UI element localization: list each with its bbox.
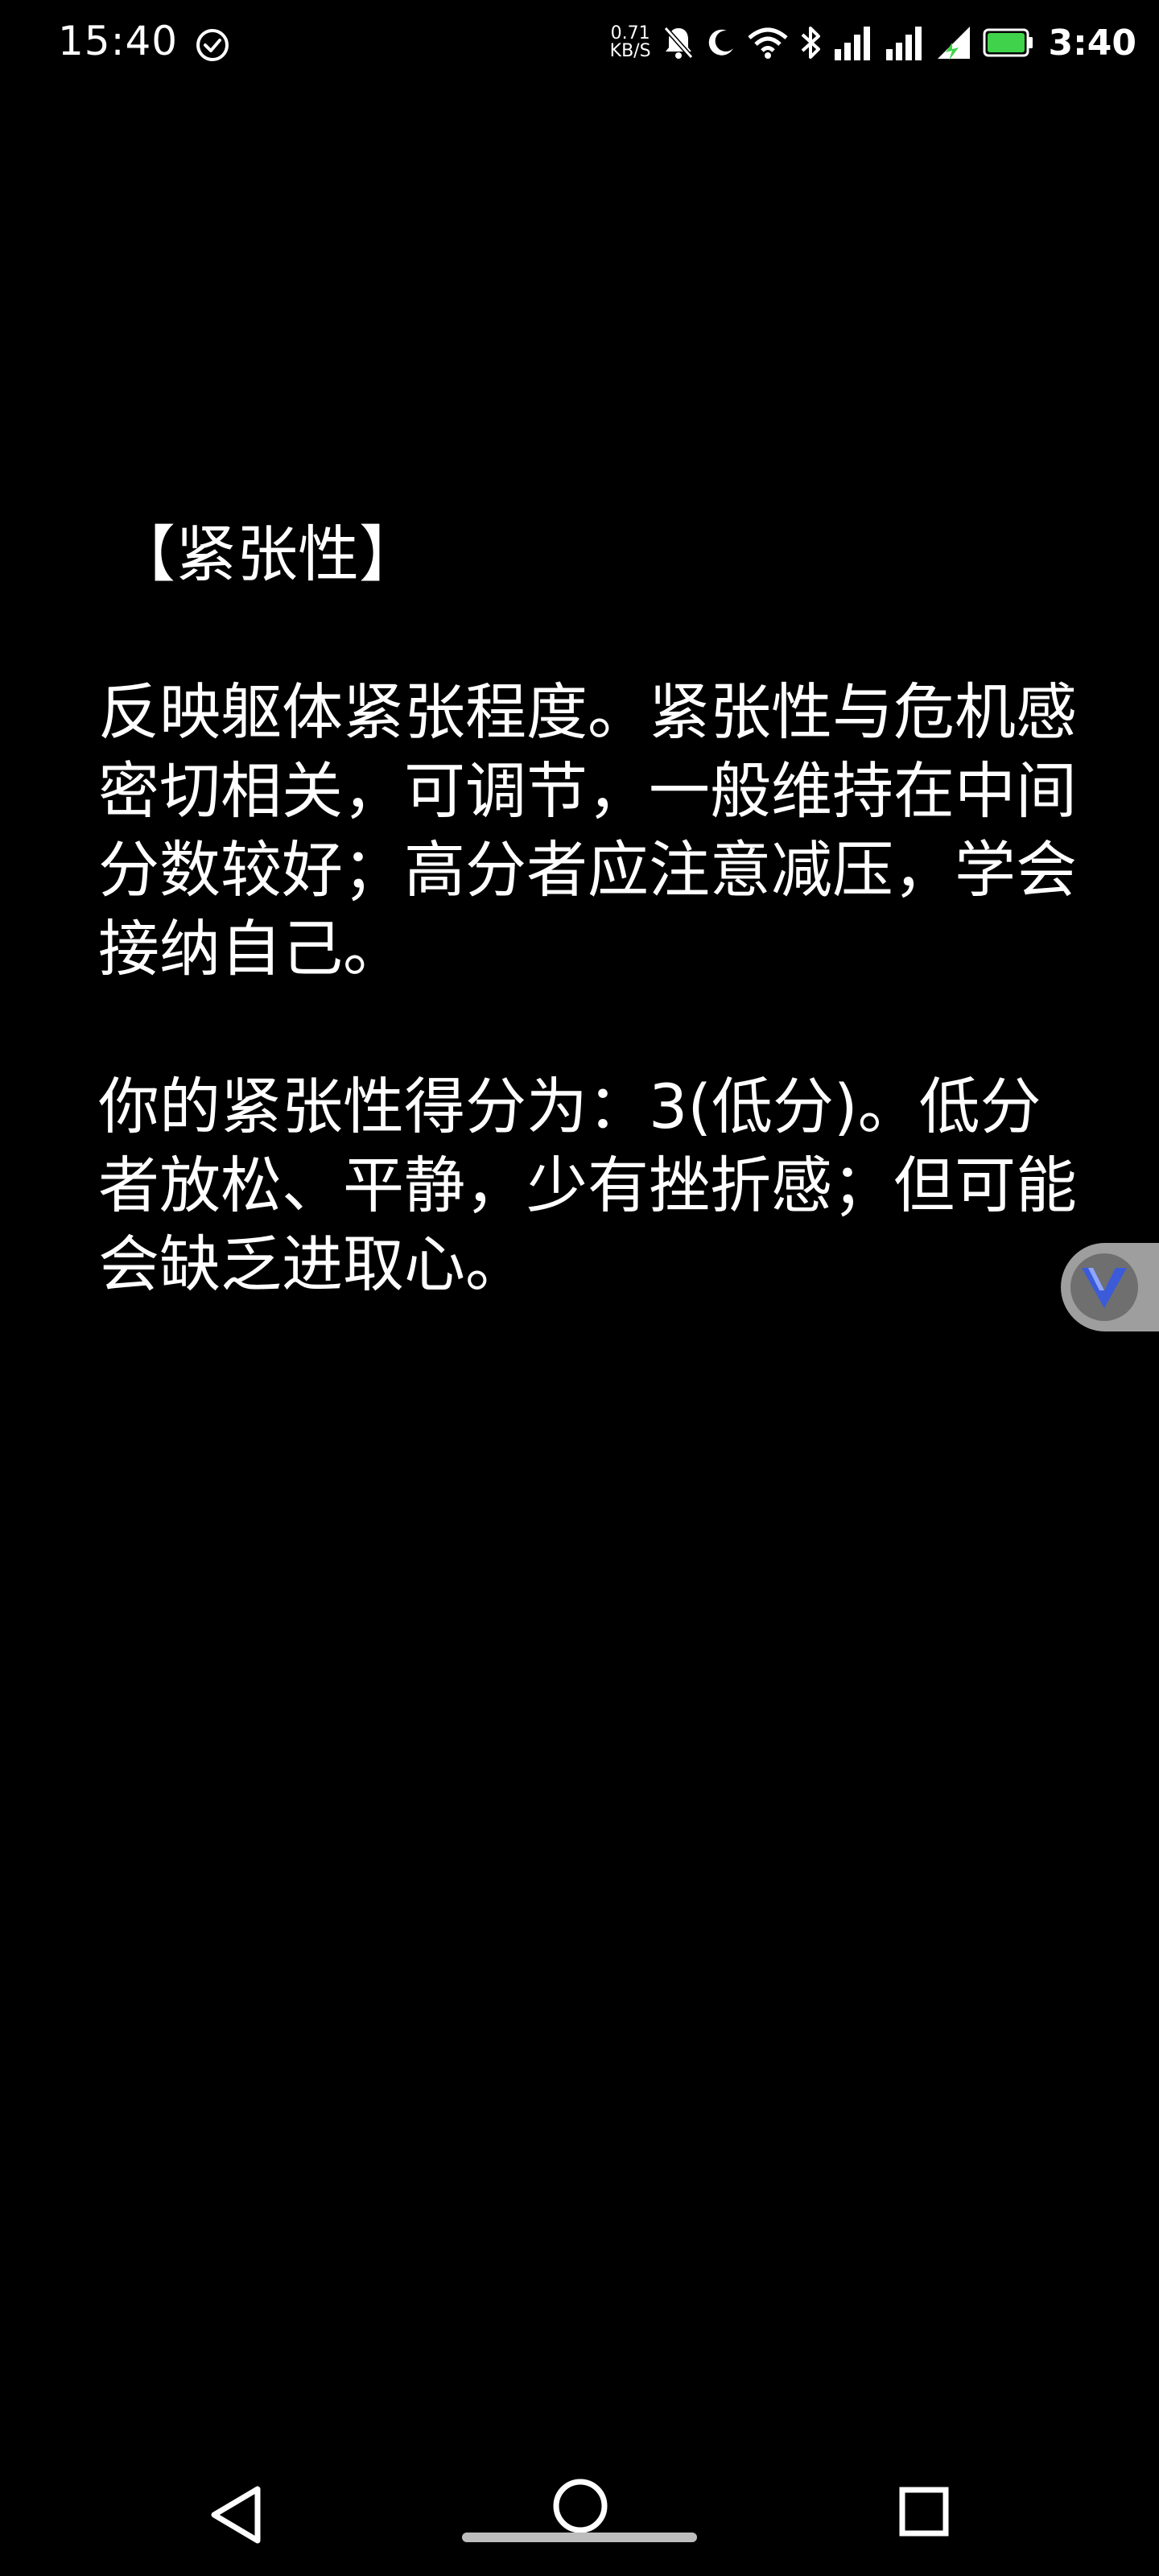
description-text: 反映躯体紧张程度。紧张性与危机感密切相关，可调节，一般维持在中间分数较好；高分者… — [98, 676, 1077, 985]
navigation-bar — [0, 2431, 1159, 2576]
back-triangle-icon[interactable] — [208, 2484, 266, 2545]
wifi-icon — [747, 27, 788, 59]
home-circle-icon[interactable] — [552, 2478, 608, 2534]
status-bar: 15:40 0.71 KB/S 3:40 — [0, 0, 1159, 89]
score-text: 你的紧张性得分为：3(低分)。低分者放松、平静，少有挫折感；但可能会缺乏进取心。 — [98, 1071, 1077, 1300]
check-circle-icon — [196, 29, 229, 61]
network-speed-unit: KB/S — [609, 41, 651, 61]
result-content: 【紧张性】 反映躯体紧张程度。紧张性与危机感密切相关，可调节，一般维持在中间分数… — [98, 515, 1080, 1304]
floating-assistant-button[interactable] — [1061, 1243, 1159, 1331]
battery-text: 3:40 — [1048, 22, 1136, 64]
mute-bell-icon — [662, 25, 695, 60]
v-logo-icon — [1070, 1253, 1138, 1321]
network-speed: 0.71 KB/S — [610, 25, 651, 60]
bluetooth-icon — [799, 23, 822, 62]
moon-icon — [706, 27, 736, 58]
section-title: 【紧张性】 — [114, 518, 420, 590]
charging-signal-icon — [936, 25, 971, 60]
home-indicator[interactable] — [462, 2533, 697, 2542]
status-icons: 0.71 KB/S 3:40 — [610, 14, 1136, 71]
network-speed-value: 0.71 — [610, 23, 650, 43]
status-time: 15:40 — [58, 18, 179, 64]
signal-icon — [885, 25, 925, 60]
recent-square-icon[interactable] — [898, 2486, 950, 2537]
battery-icon — [983, 27, 1034, 59]
signal-icon — [833, 25, 873, 60]
